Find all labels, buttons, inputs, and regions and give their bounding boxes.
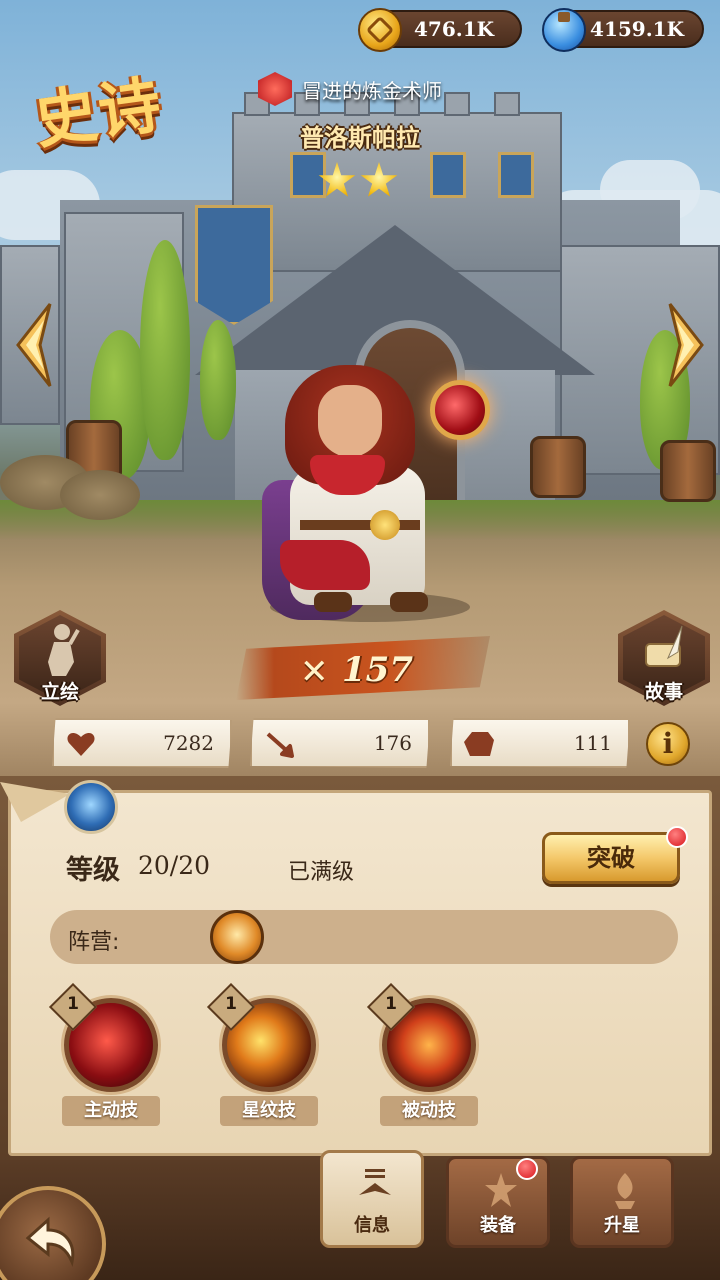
gold-currency[interactable]: 476.1K xyxy=(358,8,522,52)
skill-passive[interactable]: 1 被动技 xyxy=(366,982,484,1130)
skill-level: 1 xyxy=(225,994,237,1014)
breakthrough-notify-dot xyxy=(666,826,688,848)
skill-active[interactable]: 1 主动技 xyxy=(48,982,166,1130)
shield-icon xyxy=(464,732,494,756)
tab-info-label: 信息 xyxy=(354,1215,390,1236)
skill-name: 被动技 xyxy=(380,1096,478,1126)
level-value: 20/20 xyxy=(138,851,211,880)
portrait-button[interactable]: 立绘 xyxy=(14,610,106,710)
skill-name: 星纹技 xyxy=(220,1096,318,1126)
star-icon xyxy=(360,162,398,197)
prev-hero-arrow[interactable] xyxy=(14,300,54,390)
chevron-right-icon xyxy=(668,303,704,387)
skill-level: 1 xyxy=(67,994,79,1014)
stat-attack-value: 176 xyxy=(373,731,412,755)
equipment-notify-dot xyxy=(516,1158,538,1180)
tab-info[interactable]: 信息 xyxy=(320,1150,424,1248)
level-status: 已满级 xyxy=(288,860,355,885)
equipment-tab-icon xyxy=(485,1173,517,1207)
camp-bar xyxy=(50,910,678,964)
tab-equipment-label: 装备 xyxy=(480,1215,516,1236)
info-tab-icon xyxy=(359,1169,391,1195)
alchemy-orb-art xyxy=(430,380,490,440)
level-label: 等级 xyxy=(66,855,120,886)
tab-star-up-label: 升星 xyxy=(604,1215,640,1236)
stat-defense-value: 111 xyxy=(573,731,612,755)
story-button[interactable]: 故事 xyxy=(618,610,710,710)
info-button[interactable]: i xyxy=(646,722,690,766)
hero-class-text: 冒进的炼金术师 xyxy=(302,78,442,103)
portrait-figure-icon xyxy=(48,624,80,676)
potion-currency[interactable]: 4159.1K xyxy=(542,8,704,52)
skill-star[interactable]: 1 星纹技 xyxy=(206,982,324,1130)
next-hero-arrow[interactable] xyxy=(666,300,706,390)
breakthrough-button[interactable]: 突破 xyxy=(542,832,680,884)
hero-stars xyxy=(318,162,398,200)
back-arrow-icon xyxy=(25,1216,75,1268)
star-icon xyxy=(318,162,356,197)
power-value: 157 xyxy=(342,650,413,690)
red-gem-icon xyxy=(258,72,292,106)
chevron-left-icon xyxy=(16,303,52,387)
crossed-swords-icon: ✕ xyxy=(300,652,329,692)
portrait-button-label: 立绘 xyxy=(40,681,79,703)
stat-hp: 7282 xyxy=(52,718,232,768)
skill-level: 1 xyxy=(385,994,397,1014)
hero-class: 冒进的炼金术师 xyxy=(258,72,442,106)
stat-hp-value: 7282 xyxy=(163,731,214,755)
gold-coin-icon xyxy=(358,8,402,52)
faction-emblem-icon xyxy=(64,780,118,834)
story-button-label: 故事 xyxy=(644,681,683,703)
sword-icon xyxy=(266,732,294,758)
camp-label: 阵营: xyxy=(68,930,120,955)
heart-icon xyxy=(67,732,95,756)
skill-name: 主动技 xyxy=(62,1096,160,1126)
star-up-tab-icon xyxy=(615,1173,635,1209)
stat-defense: 111 xyxy=(450,718,630,768)
camp-emblem-icon[interactable] xyxy=(210,910,264,964)
hero-name: 普洛斯帕拉 xyxy=(300,124,420,152)
blue-potion-icon xyxy=(542,8,586,52)
scroll-quill-icon xyxy=(645,625,683,667)
tab-star-up[interactable]: 升星 xyxy=(570,1156,674,1248)
stat-attack: 176 xyxy=(250,718,430,768)
